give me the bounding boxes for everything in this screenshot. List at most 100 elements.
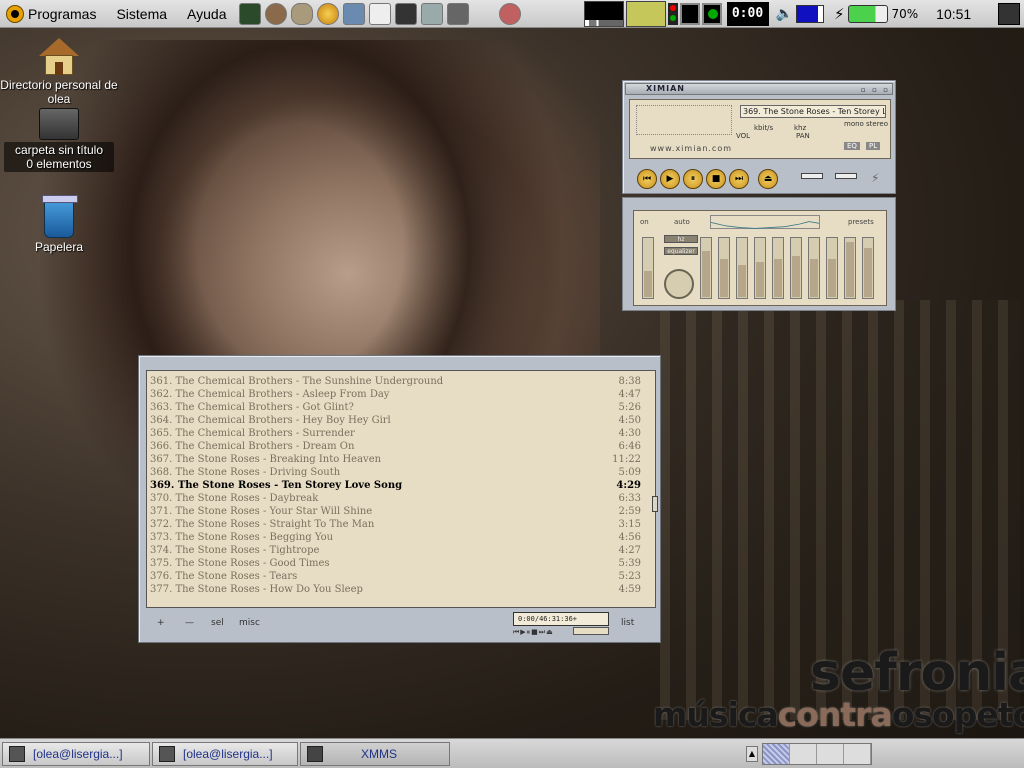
display-launcher-icon[interactable]	[446, 2, 469, 25]
memory-load-graph[interactable]	[625, 0, 666, 27]
browser-launcher-icon[interactable]	[316, 2, 339, 25]
playlist-scrollbar[interactable]	[652, 496, 658, 512]
shuffle-toggle[interactable]	[801, 173, 823, 179]
lightning-icon[interactable]: ⚡	[871, 171, 879, 185]
gimp-launcher-icon[interactable]	[264, 2, 287, 25]
eq-band-slider[interactable]	[736, 237, 748, 299]
track-duration: 4:56	[618, 532, 641, 543]
next-icon[interactable]: ⏭	[729, 169, 749, 189]
xmms-equalizer-window[interactable]: on auto presets hz equalizer	[622, 197, 896, 311]
list-button[interactable]: list	[621, 618, 634, 628]
track-title: 369. The Stone Roses - Ten Storey Love S…	[150, 480, 403, 491]
eq-band-slider[interactable]	[862, 237, 874, 299]
window-launcher-icon[interactable]	[368, 2, 391, 25]
task-xmms[interactable]: XMMS	[300, 742, 450, 766]
khz-label: khz	[794, 124, 807, 132]
song-ticker[interactable]: 369. The Stone Roses - Ten Storey Love	[740, 105, 886, 118]
pda-launcher-icon[interactable]	[420, 2, 443, 25]
workspace-2[interactable]	[790, 744, 817, 764]
playlist-row[interactable]: 373. The Stone Roses - Begging You 4:56	[147, 531, 655, 544]
cpu-load-graph[interactable]	[583, 0, 624, 27]
visualizer-area[interactable]	[636, 105, 732, 135]
playlist-row[interactable]: 362. The Chemical Brothers - Asleep From…	[147, 388, 655, 401]
eq-on-label[interactable]: on	[640, 218, 649, 226]
play-icon[interactable]: ▶	[660, 169, 680, 189]
playlist-mini-controls[interactable]: ⏮▶⏸■⏭⏏	[513, 628, 554, 637]
pl-toggle[interactable]: PL	[866, 142, 881, 150]
workspace-3[interactable]	[817, 744, 844, 764]
menu-programas[interactable]: Programas	[28, 6, 106, 22]
terminal-launcher-icon[interactable]	[238, 2, 261, 25]
playlist-row[interactable]: 374. The Stone Roses - Tightrope 4:27	[147, 544, 655, 557]
pan-label: PAN	[796, 132, 810, 140]
pause-icon[interactable]: ⏸	[683, 169, 703, 189]
playlist-mini-seek[interactable]	[573, 627, 609, 635]
gnome-foot-icon[interactable]	[6, 4, 24, 23]
volume-level-bar[interactable]	[795, 4, 824, 23]
add-button[interactable]: +	[157, 618, 165, 628]
playlist-row[interactable]: 367. The Stone Roses - Breaking Into Hea…	[147, 453, 655, 466]
monitor-launcher-icon[interactable]	[394, 2, 417, 25]
media-launcher-icon[interactable]	[498, 2, 521, 25]
playlist-row[interactable]: 363. The Chemical Brothers - Got Glint? 5…	[147, 401, 655, 414]
network-launcher-icon[interactable]	[342, 2, 365, 25]
workspace-4[interactable]	[844, 744, 871, 764]
xmms-playlist-window[interactable]: 361. The Chemical Brothers - The Sunshin…	[138, 355, 661, 643]
repeat-toggle[interactable]	[835, 173, 857, 179]
untitled-folder-icon[interactable]: carpeta sin título 0 elementos	[4, 108, 114, 172]
playlist-row[interactable]: 371. The Stone Roses - Your Star Will Sh…	[147, 505, 655, 518]
eq-band-slider[interactable]	[826, 237, 838, 299]
workspace-pager[interactable]	[762, 743, 872, 765]
speaker-icon[interactable]: 🔈	[776, 6, 793, 22]
playlist-row[interactable]: 377. The Stone Roses - How Do You Sleep 4…	[147, 583, 655, 596]
eq-band-slider[interactable]	[808, 237, 820, 299]
playlist-row[interactable]: 368. The Stone Roses - Driving South 5:09	[147, 466, 655, 479]
playlist-list[interactable]: 361. The Chemical Brothers - The Sunshin…	[146, 370, 656, 608]
xmms-main-window[interactable]: XIMIAN ▫ ▫ ▫ www.ximian.com 369. The Sto…	[622, 80, 896, 194]
playlist-row[interactable]: 376. The Stone Roses - Tears 5:23	[147, 570, 655, 583]
menu-ayuda[interactable]: Ayuda	[177, 6, 236, 22]
pager-arrow-icon[interactable]: ▲	[746, 746, 758, 762]
eq-band-slider[interactable]	[772, 237, 784, 299]
eq-band-level	[738, 265, 746, 297]
panel-clock[interactable]: 10:51	[936, 6, 971, 22]
misc-button[interactable]: misc	[239, 618, 260, 628]
select-button[interactable]: sel	[211, 618, 224, 628]
remove-button[interactable]: —	[185, 618, 194, 628]
menu-sistema[interactable]: Sistema	[106, 6, 177, 22]
playlist-row[interactable]: 361. The Chemical Brothers - The Sunshin…	[147, 375, 655, 388]
playlist-row[interactable]: 369. The Stone Roses - Ten Storey Love S…	[147, 479, 655, 492]
eq-band-slider[interactable]	[790, 237, 802, 299]
eq-band-slider[interactable]	[844, 237, 856, 299]
eq-band-slider[interactable]	[754, 237, 766, 299]
applet-box-icon[interactable]	[679, 2, 700, 25]
stone-launcher-icon[interactable]	[290, 2, 313, 25]
eq-band-slider[interactable]	[718, 237, 730, 299]
playlist-row[interactable]: 375. The Stone Roses - Good Times 5:39	[147, 557, 655, 570]
home-directory-icon[interactable]: Directorio personal de olea	[0, 38, 118, 106]
workspace-1[interactable]	[763, 744, 790, 764]
playlist-row[interactable]: 365. The Chemical Brothers - Surrender 4:…	[147, 427, 655, 440]
window-buttons[interactable]: ▫ ▫ ▫	[861, 85, 890, 95]
playlist-row[interactable]: 370. The Stone Roses - Daybreak 6:33	[147, 492, 655, 505]
mini-timer-display[interactable]: 0:00	[726, 1, 769, 26]
playlist-row[interactable]: 372. The Stone Roses - Straight To The M…	[147, 518, 655, 531]
task-terminal-2[interactable]: [olea@lisergia...]	[152, 742, 298, 766]
stop-icon[interactable]: ■	[706, 169, 726, 189]
user-switcher-icon[interactable]	[998, 2, 1020, 25]
trash-desktop-icon[interactable]: Papelera	[18, 195, 100, 254]
task-terminal-1[interactable]: [olea@lisergia...]	[2, 742, 150, 766]
eq-toggle[interactable]: EQ	[844, 142, 860, 150]
eject-icon[interactable]: ⏏	[758, 169, 778, 189]
eq-auto-label[interactable]: auto	[674, 218, 690, 226]
previous-icon[interactable]: ⏮	[637, 169, 657, 189]
transport-controls: ⏮ ▶ ⏸ ■ ⏭ ⏏	[637, 169, 778, 189]
eq-presets-label[interactable]: presets	[848, 218, 874, 226]
playlist-row[interactable]: 366. The Chemical Brothers - Dream On 6:4…	[147, 440, 655, 453]
record-applet-icon[interactable]	[701, 2, 722, 25]
preamp-slider[interactable]	[642, 237, 654, 299]
track-duration: 6:33	[618, 493, 641, 504]
eq-band-slider[interactable]	[700, 237, 712, 299]
xmms-titlebar[interactable]: XIMIAN ▫ ▫ ▫	[625, 83, 893, 95]
playlist-row[interactable]: 364. The Chemical Brothers - Hey Boy Hey…	[147, 414, 655, 427]
